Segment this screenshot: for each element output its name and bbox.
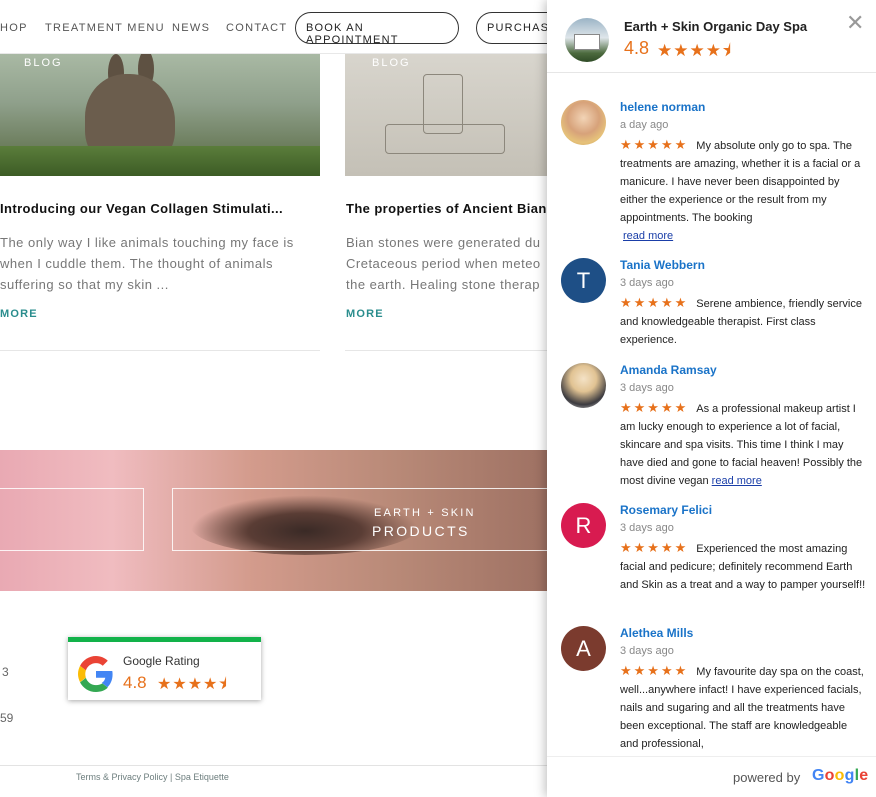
business-photo [565,18,609,62]
reviewer-name[interactable]: Amanda Ramsay [620,363,717,377]
avatar: A [561,626,606,671]
read-more-link[interactable]: MORE [0,308,38,320]
rating-stars: ★★★★⯨ [157,676,228,693]
grass [0,146,320,176]
google-reviews-panel: Earth + Skin Organic Day Spa 4.8 ★★★★⯨ ✕… [547,0,876,797]
rating-stars: ★★★★★ [620,137,689,152]
google-rating-label: Google Rating [123,654,200,668]
card-divider [345,350,555,351]
reviewer-name[interactable]: Tania Webbern [620,258,705,272]
review-text-block: ★★★★★ My favourite day spa on the coast, … [620,662,866,753]
products-subtitle: EARTH + SKIN [374,507,476,519]
blog-tag: BLOG [372,57,411,69]
blog-tag: BLOG [24,57,63,69]
review-text-block: ★★★★★ As a professional makeup artist I a… [620,399,866,490]
avatar [561,100,606,145]
avatar: T [561,258,606,303]
rating-stars: ★★★★★ [620,540,689,555]
banner-frame [0,488,144,551]
nav-news[interactable]: NEWS [172,22,210,34]
review-date: 3 days ago [620,645,674,657]
products-link[interactable]: PRODUCTS [372,523,470,539]
book-appointment-button[interactable]: BOOK AN APPOINTMENT [295,12,459,46]
blog-card-image-rabbit[interactable]: BLOG [0,54,320,176]
excerpt-line: the earth. Healing stone therap [346,277,541,292]
review-text-block: ★★★★★ Experienced the most amazing facial… [620,539,866,594]
review-date: 3 days ago [620,522,674,534]
blog-card-title[interactable]: Introducing our Vegan Collagen Stimulati… [0,201,300,216]
footer-text-fragment: 3 [2,665,9,679]
read-more-link[interactable]: MORE [346,308,384,320]
powered-by-label: powered by [733,770,801,785]
google-rating-badge[interactable]: Google Rating 4.8 ★★★★⯨ [68,637,261,700]
google-g-icon [78,656,113,692]
house-shape [574,34,600,50]
google-rating-score: 4.8 [123,673,147,692]
review-text: My favourite day spa on the coast, well.… [620,666,864,750]
banner-frame [172,488,560,551]
close-icon[interactable]: ✕ [846,10,864,36]
review-text-block: ★★★★★ Serene ambience, friendly service a… [620,294,866,349]
reviewer-name[interactable]: helene norman [620,100,705,114]
read-more-link[interactable]: read more [623,230,673,242]
reviews-panel-header: Earth + Skin Organic Day Spa 4.8 ★★★★⯨ ✕ [547,0,876,73]
blog-card-image-sketch[interactable]: BLOG [345,54,555,176]
card-divider [0,350,320,351]
nav-shop[interactable]: HOP [0,22,28,34]
footer-text-fragment: 59 [0,711,14,725]
rating-stars: ★★★★★ [620,295,689,310]
footer-links[interactable]: Terms & Privacy Policy | Spa Etiquette [76,772,229,782]
business-name: Earth + Skin Organic Day Spa [624,19,808,34]
review-text: My absolute only go to spa. The treatmen… [620,140,861,224]
excerpt-line: Bian stones were generated du [346,235,541,250]
reviewer-name[interactable]: Rosemary Felici [620,503,712,517]
excerpt-line: suffering so that my skin ... [0,277,169,292]
google-wordmark: Google [812,767,869,784]
sketch-figure [385,124,505,154]
excerpt-line: Cretaceous period when meteo [346,256,541,271]
nav-contact[interactable]: CONTACT [226,22,287,34]
review-date: 3 days ago [620,277,674,289]
review-date: a day ago [620,119,669,131]
rating-stars: ★★★★⯨ [657,41,732,60]
business-score: 4.8 [624,38,650,58]
blog-card-excerpt: The only way I like animals touching my … [0,232,320,295]
blog-card-excerpt: Bian stones were generated du Cretaceous… [346,232,556,295]
review-text-block: ★★★★★ My absolute only go to spa. The tre… [620,136,866,245]
review-date: 3 days ago [620,382,674,394]
reviewer-name[interactable]: Alethea Mills [620,626,693,640]
rating-stars: ★★★★★ [620,663,689,678]
avatar: R [561,503,606,548]
excerpt-line: when I cuddle them. The thought of anima… [0,256,273,271]
avatar [561,363,606,408]
nav-treatment-menu[interactable]: TREATMENT MENU [45,22,165,34]
powered-by-google: powered by Google [547,756,876,797]
footer-divider [0,765,560,766]
rating-stars: ★★★★★ [620,400,689,415]
read-more-link[interactable]: read more [712,475,762,487]
products-banner[interactable] [0,450,560,591]
excerpt-line: The only way I like animals touching my … [0,235,294,250]
